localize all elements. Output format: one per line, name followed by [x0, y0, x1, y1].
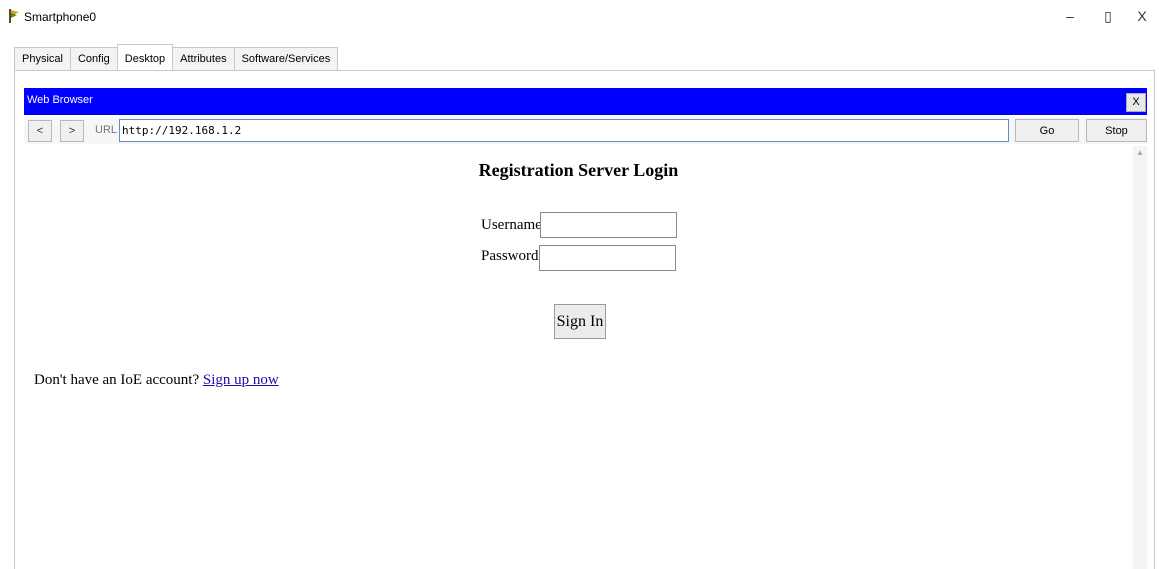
username-field[interactable] [540, 212, 677, 238]
tab-attributes[interactable]: Attributes [172, 47, 235, 70]
browser-title-bar: Web Browser X [24, 88, 1147, 115]
url-input[interactable] [119, 119, 1009, 142]
tab-strip: Physical Config Desktop Attributes Softw… [14, 44, 339, 70]
browser-title: Web Browser [27, 94, 93, 106]
title-bar: Smartphone0 – ▯ X [0, 0, 1159, 34]
page-title: Registration Server Login [478, 160, 679, 180]
signup-prompt-row: Don't have an IoE account? Sign up now [34, 372, 279, 389]
go-button[interactable]: Go [1015, 119, 1079, 142]
tab-physical[interactable]: Physical [14, 47, 71, 70]
url-label: URL [95, 124, 118, 136]
username-label: Username: [481, 217, 546, 233]
stop-button[interactable]: Stop [1086, 119, 1147, 142]
vertical-scrollbar[interactable]: ▲ [1133, 146, 1147, 569]
maximize-button[interactable]: ▯ [1094, 6, 1122, 26]
forward-button[interactable]: > [60, 120, 84, 142]
scroll-up-arrow-icon[interactable]: ▲ [1133, 146, 1147, 160]
back-button[interactable]: < [28, 120, 52, 142]
window-title: Smartphone0 [24, 10, 97, 24]
password-label: Password: [481, 248, 543, 264]
sign-in-button[interactable]: Sign In [554, 304, 606, 339]
password-field[interactable] [539, 245, 676, 271]
close-window-button[interactable]: X [1128, 6, 1156, 26]
address-bar: < > URL Go Stop [24, 117, 1147, 144]
browser-viewport: Registration Server Login Username: Pass… [24, 146, 1133, 569]
tab-config[interactable]: Config [69, 47, 118, 70]
tab-desktop[interactable]: Desktop [116, 44, 174, 70]
tab-software-services[interactable]: Software/Services [233, 47, 339, 70]
signup-prompt: Don't have an IoE account? [34, 372, 200, 388]
app-window: Smartphone0 – ▯ X Physical Config Deskto… [0, 0, 1159, 569]
app-icon [8, 9, 20, 23]
browser-close-button[interactable]: X [1126, 93, 1146, 112]
minimize-button[interactable]: – [1056, 6, 1084, 26]
signup-link[interactable]: Sign up now [203, 372, 279, 388]
